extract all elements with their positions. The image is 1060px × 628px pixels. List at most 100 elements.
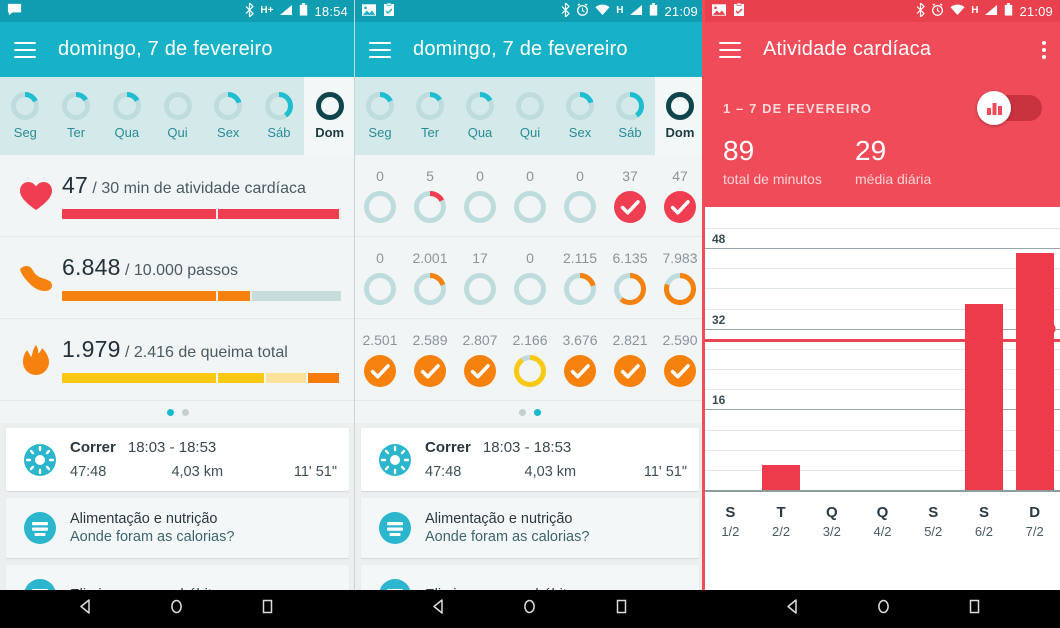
- info-card[interactable]: Alimentação e nutrição Aonde foram as cal…: [6, 498, 349, 558]
- chart-bar-column[interactable]: [705, 228, 756, 490]
- week-cell[interactable]: 2.807: [455, 332, 505, 387]
- day-progress-ring: [62, 92, 91, 120]
- week-cell[interactable]: 2.115: [555, 250, 605, 305]
- chart-x-date: 2/2: [772, 524, 791, 539]
- recents-icon[interactable]: [966, 598, 983, 620]
- week-day-qua[interactable]: Qua: [101, 77, 152, 155]
- day-progress-ring: [214, 92, 243, 120]
- app-bar: Atividade cardíaca: [705, 22, 1060, 77]
- week-cell-value: 2.589: [412, 332, 448, 348]
- week-cell-ring: [364, 355, 396, 387]
- week-day-seg[interactable]: Seg: [355, 77, 405, 155]
- week-day-dom[interactable]: Dom: [304, 77, 355, 155]
- progress-segment: [307, 373, 341, 383]
- chart-bar-column[interactable]: [756, 228, 807, 490]
- home-icon[interactable]: [875, 598, 892, 620]
- nav-section: [707, 590, 1060, 628]
- hamburger-icon[interactable]: [719, 41, 741, 58]
- week-cell[interactable]: 0: [505, 168, 555, 223]
- day-progress-ring: [163, 92, 192, 120]
- week-cell[interactable]: 2.821: [605, 332, 655, 387]
- week-cell[interactable]: 0: [555, 168, 605, 223]
- activity-duration: 47:48: [425, 464, 462, 480]
- status-bar: H 21:09: [355, 0, 705, 22]
- chart-bar-column[interactable]: [1009, 228, 1060, 490]
- week-cell[interactable]: 47: [655, 168, 705, 223]
- heart-activity-chart: 16324830S1/2T2/2Q3/2Q4/2S5/2S6/2D7/2: [705, 207, 1060, 557]
- home-icon[interactable]: [521, 598, 538, 620]
- week-day-sex[interactable]: Sex: [555, 77, 605, 155]
- week-cell[interactable]: 2.590: [655, 332, 705, 387]
- info-card[interactable]: Alimentação e nutrição Aonde foram as cal…: [361, 498, 699, 558]
- week-cell[interactable]: 2.501: [355, 332, 405, 387]
- week-day-ter[interactable]: Ter: [405, 77, 455, 155]
- week-day-sáb[interactable]: Sáb: [254, 77, 305, 155]
- chart-x-axis: S 1/2 T 2/2 Q 3/2 Q 4/2 S 5/2 S 6/2 D 7/2: [705, 504, 1060, 539]
- week-cell-ring: [664, 273, 696, 305]
- week-cell[interactable]: 0: [355, 168, 405, 223]
- week-cell-value: 2.166: [512, 332, 548, 348]
- kebab-icon[interactable]: [1042, 40, 1046, 59]
- hamburger-icon[interactable]: [369, 41, 391, 58]
- chart-bar-column[interactable]: [806, 228, 857, 490]
- metric-body: 47 / 30 min de atividade cardíaca: [58, 172, 341, 219]
- week-cell[interactable]: 0: [505, 250, 555, 305]
- chart-toggle[interactable]: [977, 91, 1042, 125]
- metric-row[interactable]: 6.848 / 10.000 passos: [0, 237, 355, 319]
- week-day-qua[interactable]: Qua: [455, 77, 505, 155]
- activity-card[interactable]: Correr 18:03 - 18:53 47:48 4,03 km 11' 51": [361, 428, 699, 491]
- week-day-seg[interactable]: Seg: [0, 77, 51, 155]
- back-icon[interactable]: [430, 598, 447, 620]
- chart-x-tick: Q 3/2: [806, 504, 857, 539]
- pager-dot[interactable]: [181, 408, 189, 416]
- week-day-qui[interactable]: Qui: [152, 77, 203, 155]
- app-bar-title: domingo, 7 de fevereiro: [58, 38, 273, 60]
- week-cell-ring: [414, 355, 446, 387]
- chart-bar-column[interactable]: [908, 228, 959, 490]
- pager-dot[interactable]: [166, 408, 174, 416]
- week-cell[interactable]: 3.676: [555, 332, 605, 387]
- week-cell[interactable]: 2.001: [405, 250, 455, 305]
- chart-bar-column[interactable]: [959, 228, 1010, 490]
- week-day-sáb[interactable]: Sáb: [605, 77, 655, 155]
- heart-row: 0 5 0 0 0 37 47: [355, 155, 705, 237]
- activity-card[interactable]: Correr 18:03 - 18:53 47:48 4,03 km 11' 51": [6, 428, 349, 491]
- week-cell[interactable]: 2.589: [405, 332, 455, 387]
- week-cell[interactable]: 37: [605, 168, 655, 223]
- weekly-grid: 0 5 0 0 0 37 47 0 2.001 17 0 2.115 6.135 7.983 2.501 2.…: [355, 155, 705, 401]
- week-cell[interactable]: 7.983: [655, 250, 705, 305]
- week-cell-value: 0: [526, 168, 534, 184]
- week-cell[interactable]: 2.166: [505, 332, 555, 387]
- week-cell-ring: [414, 273, 446, 305]
- day-label: Seg: [13, 125, 37, 140]
- info-card[interactable]: Elimine os maus hábitos: [361, 565, 699, 590]
- back-icon[interactable]: [784, 598, 801, 620]
- metric-row[interactable]: 1.979 / 2.416 de queima total: [0, 319, 355, 401]
- nav-section: [0, 590, 353, 628]
- week-cell-ring: [614, 191, 646, 223]
- chart-bar-column[interactable]: [857, 228, 908, 490]
- pager-dot[interactable]: [519, 408, 526, 416]
- week-day-dom[interactable]: Dom: [655, 77, 705, 155]
- hamburger-icon[interactable]: [14, 41, 36, 58]
- chart-x-day: T: [776, 504, 786, 521]
- back-icon[interactable]: [77, 598, 94, 620]
- pager-dot[interactable]: [534, 408, 541, 416]
- chart-x-day: S: [928, 504, 939, 521]
- week-cell[interactable]: 6.135: [605, 250, 655, 305]
- week-day-ter[interactable]: Ter: [51, 77, 102, 155]
- week-cell[interactable]: 17: [455, 250, 505, 305]
- week-cell[interactable]: 0: [455, 168, 505, 223]
- day-label: Dom: [315, 125, 345, 140]
- week-day-sex[interactable]: Sex: [203, 77, 254, 155]
- week-cell[interactable]: 5: [405, 168, 455, 223]
- message-icon: [7, 2, 22, 20]
- metric-row[interactable]: 47 / 30 min de atividade cardíaca: [0, 155, 355, 237]
- recents-icon[interactable]: [259, 598, 276, 620]
- chart-bar: [964, 303, 1003, 490]
- week-cell[interactable]: 0: [355, 250, 405, 305]
- home-icon[interactable]: [168, 598, 185, 620]
- info-card[interactable]: Elimine os maus hábitos: [6, 565, 349, 590]
- week-day-qui[interactable]: Qui: [505, 77, 555, 155]
- recents-icon[interactable]: [613, 598, 630, 620]
